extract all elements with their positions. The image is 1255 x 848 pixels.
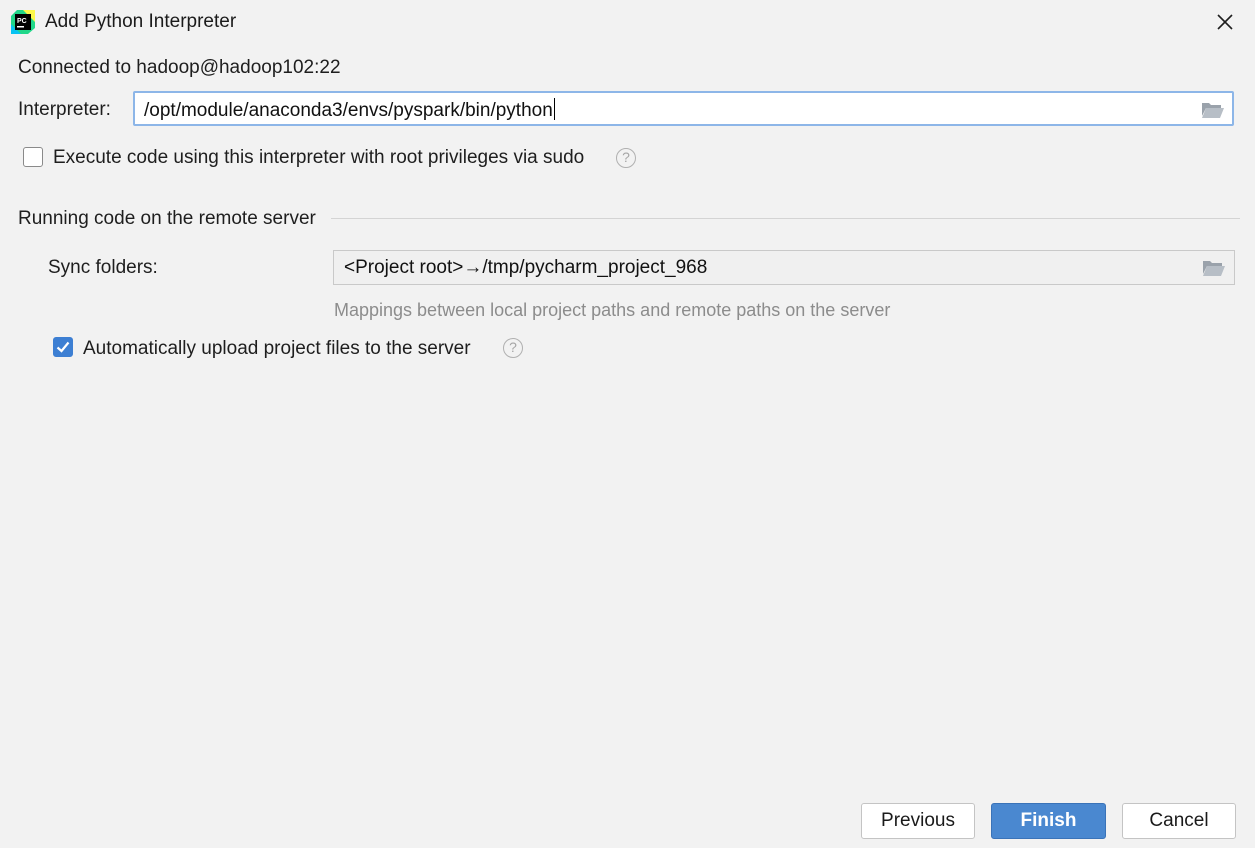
pycharm-app-icon: PC [11, 10, 35, 34]
sync-folders-field[interactable]: <Project root>→/tmp/pycharm_project_968 [333, 250, 1235, 285]
cancel-button[interactable]: Cancel [1122, 803, 1236, 839]
sync-folders-label: Sync folders: [48, 257, 158, 278]
auto-upload-help-icon[interactable]: ? [503, 338, 523, 358]
interpreter-path-input[interactable]: /opt/module/anaconda3/envs/pyspark/bin/p… [133, 91, 1234, 126]
svg-text:PC: PC [17, 18, 27, 25]
finish-button[interactable]: Finish [991, 803, 1106, 839]
close-icon [1217, 14, 1233, 30]
auto-upload-label: Automatically upload project files to th… [83, 338, 471, 359]
folder-open-icon[interactable] [1201, 100, 1225, 120]
interpreter-path-value: /opt/module/anaconda3/envs/pyspark/bin/p… [144, 98, 555, 121]
title-bar: PC Add Python Interpreter [0, 0, 1255, 44]
previous-button[interactable]: Previous [861, 803, 975, 839]
close-button[interactable] [1211, 8, 1239, 36]
sudo-checkbox[interactable] [23, 147, 43, 167]
connection-status: Connected to hadoop@hadoop102:22 [18, 57, 341, 78]
auto-upload-checkbox[interactable] [53, 337, 73, 357]
folder-open-icon[interactable] [1202, 258, 1226, 278]
sudo-help-icon[interactable]: ? [616, 148, 636, 168]
sync-folders-hint: Mappings between local project paths and… [334, 300, 891, 320]
window-title: Add Python Interpreter [45, 11, 237, 32]
interpreter-label: Interpreter: [18, 99, 111, 120]
sudo-label: Execute code using this interpreter with… [53, 147, 585, 168]
checkmark-icon [56, 341, 70, 353]
section-divider [331, 218, 1240, 219]
text-caret [553, 98, 555, 120]
sync-folders-value: <Project root>→/tmp/pycharm_project_968 [344, 257, 708, 278]
remote-section-title: Running code on the remote server [18, 208, 316, 229]
